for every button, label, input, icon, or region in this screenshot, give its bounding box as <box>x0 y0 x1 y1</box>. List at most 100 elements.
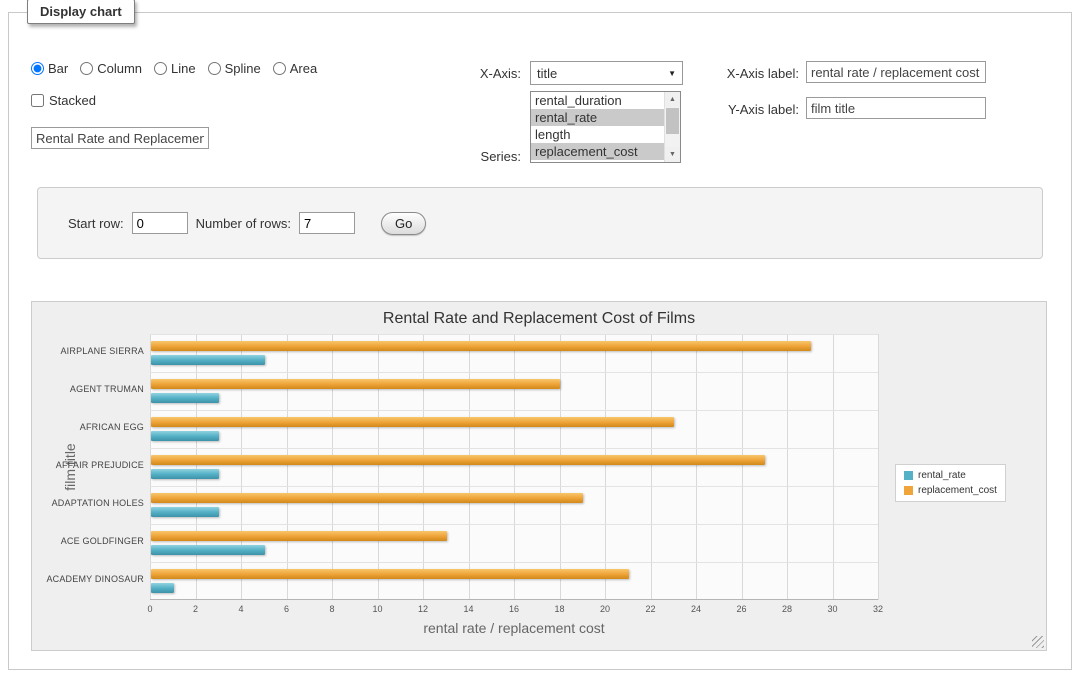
series-listbox-label: Series: <box>429 149 521 164</box>
gridline <box>514 334 515 600</box>
resize-handle-icon[interactable] <box>1032 636 1044 648</box>
radio-area[interactable] <box>273 62 286 75</box>
x-tick-label: 16 <box>494 604 534 614</box>
chart-type-spline[interactable]: Spline <box>208 61 261 76</box>
y-axis-label-caption: Y-Axis label: <box>707 102 799 117</box>
legend-label: rental_rate <box>918 470 966 481</box>
x-tick-label: 30 <box>813 604 853 614</box>
bar-rental_rate <box>151 355 265 365</box>
legend-swatch <box>904 471 913 480</box>
series-option-rental_duration[interactable]: rental_duration <box>531 92 664 109</box>
y-axis-label-input[interactable] <box>806 97 986 119</box>
x-axis-select[interactable]: title ▼ <box>530 61 683 85</box>
bar-replacement_cost <box>151 569 629 579</box>
x-tick-label: 4 <box>221 604 261 614</box>
radio-line[interactable] <box>154 62 167 75</box>
stacked-option[interactable]: Stacked <box>31 93 96 108</box>
start-row-input[interactable] <box>132 212 188 234</box>
gridline <box>150 334 878 335</box>
x-axis-title: rental rate / replacement cost <box>364 620 664 636</box>
bar-rental_rate <box>151 431 219 441</box>
gridline <box>150 562 878 563</box>
x-axis-label-input[interactable] <box>806 61 986 83</box>
x-axis-select-label: X-Axis: <box>429 66 521 81</box>
gridline <box>150 410 878 411</box>
go-button[interactable]: Go <box>381 212 426 235</box>
bar-rental_rate <box>151 393 219 403</box>
chart-title-input[interactable] <box>31 127 209 149</box>
plot-area: 02468101214161820222426283032AIRPLANE SI… <box>150 334 878 600</box>
gridline <box>469 334 470 600</box>
gridline <box>287 334 288 600</box>
gridline <box>696 334 697 600</box>
gridline <box>150 334 151 600</box>
radio-label: Bar <box>48 61 68 76</box>
series-option-replacement_cost[interactable]: replacement_cost <box>531 143 664 160</box>
category-label: ACADEMY DINOSAUR <box>34 574 144 584</box>
category-label: ADAPTATION HOLES <box>34 498 144 508</box>
x-axis-label-caption: X-Axis label: <box>707 66 799 81</box>
x-tick-label: 2 <box>176 604 216 614</box>
series-listbox[interactable]: rental_durationrental_ratelengthreplacem… <box>530 91 681 163</box>
category-label: AIRPLANE SIERRA <box>34 346 144 356</box>
x-tick-label: 14 <box>449 604 489 614</box>
panel-title: Display chart <box>27 0 135 24</box>
gridline <box>378 334 379 600</box>
chart-type-area[interactable]: Area <box>273 61 317 76</box>
x-tick-label: 10 <box>358 604 398 614</box>
row-params-panel: Start row: Number of rows: Go <box>37 187 1043 259</box>
chart-title: Rental Rate and Replacement Cost of Film… <box>32 310 1046 328</box>
chart-container: Rental Rate and Replacement Cost of Film… <box>31 301 1047 651</box>
x-tick-label: 20 <box>585 604 625 614</box>
radio-spline[interactable] <box>208 62 221 75</box>
bar-rental_rate <box>151 469 219 479</box>
gridline <box>150 448 878 449</box>
scroll-up-icon[interactable]: ▲ <box>665 92 680 107</box>
display-chart-panel: Display chart BarColumnLineSplineArea St… <box>8 12 1072 670</box>
x-tick-label: 26 <box>722 604 762 614</box>
bar-replacement_cost <box>151 531 447 541</box>
series-scrollbar[interactable]: ▲ ▼ <box>664 92 680 162</box>
bar-replacement_cost <box>151 417 674 427</box>
legend-item-rental_rate[interactable]: rental_rate <box>904 470 997 481</box>
legend-item-replacement_cost[interactable]: replacement_cost <box>904 485 997 496</box>
chart-type-column[interactable]: Column <box>80 61 142 76</box>
gridline <box>332 334 333 600</box>
gridline <box>150 599 878 600</box>
scrollbar-thumb[interactable] <box>666 108 679 134</box>
gridline <box>605 334 606 600</box>
category-label: AGENT TRUMAN <box>34 384 144 394</box>
series-option-length[interactable]: length <box>531 126 664 143</box>
scroll-down-icon[interactable]: ▼ <box>665 147 680 162</box>
radio-label: Spline <box>225 61 261 76</box>
num-rows-input[interactable] <box>299 212 355 234</box>
chart-type-bar[interactable]: Bar <box>31 61 68 76</box>
x-tick-label: 32 <box>858 604 898 614</box>
x-tick-label: 24 <box>676 604 716 614</box>
radio-bar[interactable] <box>31 62 44 75</box>
x-tick-label: 22 <box>631 604 671 614</box>
bar-replacement_cost <box>151 493 583 503</box>
stacked-checkbox[interactable] <box>31 94 44 107</box>
legend-label: replacement_cost <box>918 485 997 496</box>
x-tick-label: 0 <box>130 604 170 614</box>
category-label: AFFAIR PREJUDICE <box>34 460 144 470</box>
gridline <box>150 486 878 487</box>
radio-label: Area <box>290 61 317 76</box>
gridline <box>423 334 424 600</box>
chart-type-group: Bar Column Line Spline Area <box>31 61 317 76</box>
series-options: rental_durationrental_ratelengthreplacem… <box>531 92 664 162</box>
gridline <box>651 334 652 600</box>
gridline <box>833 334 834 600</box>
bar-replacement_cost <box>151 341 811 351</box>
radio-label: Column <box>97 61 142 76</box>
bar-replacement_cost <box>151 379 560 389</box>
chart-type-line[interactable]: Line <box>154 61 196 76</box>
radio-column[interactable] <box>80 62 93 75</box>
x-tick-label: 12 <box>403 604 443 614</box>
series-option-rental_rate[interactable]: rental_rate <box>531 109 664 126</box>
chart-legend: rental_rate replacement_cost <box>895 464 1006 502</box>
x-tick-label: 8 <box>312 604 352 614</box>
num-rows-label: Number of rows: <box>196 216 291 231</box>
gridline <box>560 334 561 600</box>
